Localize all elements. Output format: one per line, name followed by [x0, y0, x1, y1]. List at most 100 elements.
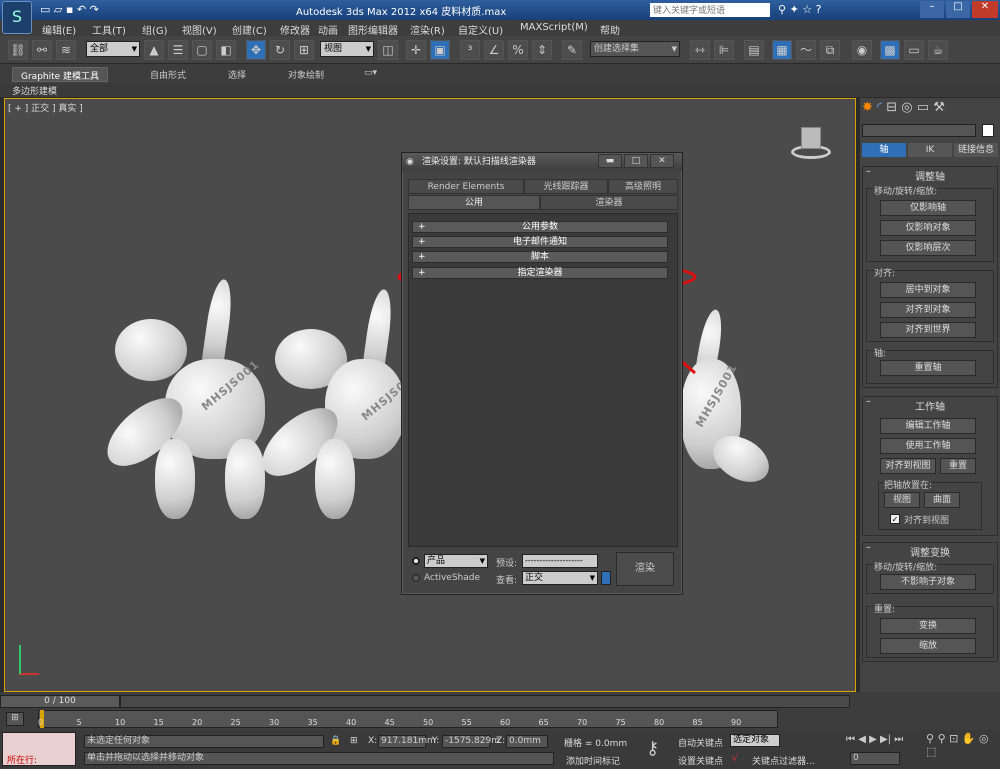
lock-view-icon[interactable] [601, 571, 611, 585]
app-logo-icon[interactable]: S [2, 1, 32, 34]
go-to-start-icon[interactable]: ⏮ [846, 734, 855, 745]
pan-icon[interactable]: ✋ [962, 732, 976, 745]
menu-tools[interactable]: 工具(T) [92, 22, 126, 37]
mini-curve-editor-icon[interactable]: ⊞ [6, 712, 24, 726]
zoom-extents-icon[interactable]: ⊡ [949, 732, 958, 745]
adjust-pivot-header[interactable]: 调整轴 [865, 168, 995, 183]
tab-raytracer[interactable]: 光线跟踪器 [524, 179, 608, 194]
dialog-minimize-icon[interactable]: ▬ [598, 154, 622, 168]
unlink-icon[interactable]: ⚯ [32, 40, 52, 60]
render-setup-icon[interactable]: ▩ [880, 40, 900, 60]
set-key-label[interactable]: 设置关键点 [678, 754, 723, 767]
render-button[interactable]: 渲染 [616, 552, 674, 586]
place-surface-button[interactable]: 曲面 [924, 492, 960, 508]
key-icon[interactable]: ⚷ [646, 738, 659, 759]
menu-view[interactable]: 视图(V) [182, 22, 217, 37]
y-coordinate-field[interactable]: -1575.829m [442, 735, 500, 748]
center-to-object-button[interactable]: 居中到对象 [880, 282, 976, 298]
window-crossing-icon[interactable]: ◧ [216, 40, 236, 60]
percent-snap-icon[interactable]: % [508, 40, 528, 60]
play-icon[interactable]: ▶ [869, 734, 877, 745]
current-frame-field[interactable]: 0 [850, 752, 900, 765]
zoom-all-icon[interactable]: ⚲ [938, 732, 946, 745]
place-view-button[interactable]: 视图 [884, 492, 920, 508]
search-icon[interactable]: ⚲ [778, 3, 786, 16]
graphite-toggle-icon[interactable]: ▦ [772, 40, 792, 60]
reset-working-pivot-button[interactable]: 重置 [940, 458, 976, 474]
view-select[interactable]: 正交 ▼ [522, 571, 598, 585]
activeshade-radio[interactable] [412, 574, 420, 582]
tab-graphite[interactable]: Graphite 建模工具 [12, 67, 109, 82]
ribbon-options-icon[interactable]: ▭▾ [356, 67, 385, 82]
open-file-icon[interactable]: ▱ [54, 3, 62, 16]
tab-advanced-lighting[interactable]: 高级照明 [608, 179, 678, 194]
move-icon[interactable]: ✥ [246, 40, 266, 60]
hierarchy-icon[interactable]: ⊟ [886, 100, 897, 115]
link-icon[interactable]: ⛓ [8, 40, 28, 60]
tab-selection[interactable]: 选择 [220, 67, 254, 82]
menu-group[interactable]: 组(G) [142, 22, 168, 37]
spinner-snap-icon[interactable]: ⇕ [532, 40, 552, 60]
key-mode-icon[interactable]: √ [732, 754, 738, 764]
new-file-icon[interactable]: ▭ [40, 3, 50, 16]
orbit-icon[interactable]: ◎ [979, 732, 989, 745]
render-production-icon[interactable]: ☕ [928, 40, 948, 60]
edit-working-pivot-button[interactable]: 编辑工作轴 [880, 418, 976, 434]
reset-scale-button[interactable]: 缩放 [880, 638, 976, 654]
star-icon[interactable]: ☆ [802, 3, 812, 16]
edit-named-selection-icon[interactable]: ✎ [562, 40, 582, 60]
search-input[interactable]: 键入关键字或短语 [650, 3, 770, 17]
save-icon[interactable]: ▪ [66, 3, 73, 16]
menu-edit[interactable]: 编辑(E) [42, 22, 76, 37]
undo-icon[interactable]: ↶ [77, 3, 86, 16]
next-frame-icon[interactable]: ▶| [880, 734, 891, 745]
rollout-common-parameters[interactable]: + 公用参数 [412, 221, 668, 233]
utilities-icon[interactable]: ⚒ [933, 100, 945, 115]
use-working-pivot-button[interactable]: 使用工作轴 [880, 438, 976, 454]
zoom-icon[interactable]: ⚲ [926, 732, 934, 745]
reference-coord-select[interactable]: 视图 [320, 41, 374, 57]
polygon-modeling-label[interactable]: 多边形建模 [12, 84, 57, 97]
tab-freeform[interactable]: 自由形式 [142, 67, 194, 82]
menu-create[interactable]: 创建(C) [232, 22, 267, 37]
dont-affect-children-button[interactable]: 不影响子对象 [880, 574, 976, 590]
modify-icon[interactable]: ◜ [877, 100, 882, 115]
named-selection-select[interactable]: 创建选择集 [590, 41, 680, 57]
layer-manager-icon[interactable]: ▤ [744, 40, 764, 60]
tab-ik[interactable]: IK [908, 143, 952, 157]
material-editor-icon[interactable]: ◉ [852, 40, 872, 60]
affect-pivot-only-button[interactable]: 仅影响轴 [880, 200, 976, 216]
affect-hierarchy-only-button[interactable]: 仅影响层次 [880, 240, 976, 256]
time-slider[interactable]: 0 / 100 [0, 695, 120, 708]
align-to-view-checkbox[interactable]: ✓ [890, 514, 900, 524]
autokey-label[interactable]: 自动关键点 [678, 736, 723, 749]
bind-spacewarp-icon[interactable]: ≋ [56, 40, 76, 60]
align-icon[interactable]: ⊫ [714, 40, 734, 60]
product-radio[interactable] [412, 557, 420, 565]
redo-icon[interactable]: ↷ [90, 3, 99, 16]
tools-icon[interactable]: ✦ [790, 3, 799, 16]
selected-select[interactable]: 选定对象 [730, 734, 780, 747]
time-slider-track[interactable] [120, 695, 850, 708]
scale-icon[interactable]: ⊞ [294, 40, 314, 60]
go-to-end-icon[interactable]: ⏭ [894, 734, 903, 745]
key-filters-button[interactable]: 关键点过滤器... [752, 754, 815, 767]
rendered-frame-icon[interactable]: ▭ [904, 40, 924, 60]
menu-graph-editors[interactable]: 图形编辑器 [348, 22, 398, 37]
select-object-icon[interactable]: ▲ [144, 40, 164, 60]
select-by-name-icon[interactable]: ☰ [168, 40, 188, 60]
maximize-viewport-icon[interactable]: ⬚ [926, 745, 936, 758]
tab-object-paint[interactable]: 对象绘制 [280, 67, 332, 82]
minimize-icon[interactable]: – [920, 1, 944, 18]
adjust-transform-header[interactable]: 调整变换 [865, 544, 995, 559]
dialog-title-bar[interactable]: ◉ 渲染设置: 默认扫描线渲染器 ▬ □ ✕ [402, 153, 682, 171]
affect-object-only-button[interactable]: 仅影响对象 [880, 220, 976, 236]
tab-render-elements[interactable]: Render Elements [408, 179, 524, 194]
motion-icon[interactable]: ◎ [901, 100, 912, 115]
keyboard-shortcut-icon[interactable]: ▣ [430, 40, 450, 60]
select-manipulate-icon[interactable]: ✛ [406, 40, 426, 60]
dialog-maximize-icon[interactable]: □ [624, 154, 648, 168]
tab-link-info[interactable]: 链接信息 [954, 143, 998, 157]
previous-frame-icon[interactable]: ◀ [858, 734, 866, 745]
tab-pivot[interactable]: 轴 [862, 143, 906, 157]
